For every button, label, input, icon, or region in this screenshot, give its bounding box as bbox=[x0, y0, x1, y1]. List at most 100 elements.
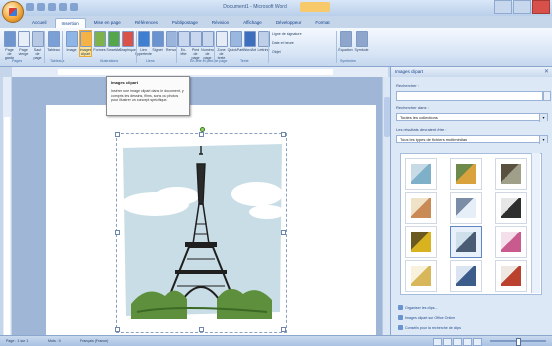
symbol-button[interactable]: Symbole bbox=[355, 31, 369, 52]
ribbon-group-label: Liens bbox=[146, 59, 155, 63]
resize-handle-ne[interactable] bbox=[281, 132, 286, 137]
resize-handle-w[interactable] bbox=[115, 230, 120, 235]
tab-8[interactable]: Format bbox=[309, 18, 335, 28]
equation-button[interactable]: Équation bbox=[338, 31, 353, 52]
table-button[interactable]: Tableau bbox=[47, 31, 60, 52]
clipart-thumbnail-santa-clip[interactable] bbox=[495, 260, 527, 292]
results-scrollbar[interactable] bbox=[531, 153, 540, 293]
shapes-button[interactable]: Formes bbox=[93, 31, 106, 52]
eiffel-tower-clipart[interactable] bbox=[115, 127, 287, 333]
results-type-label: Les résultats devraient être : bbox=[396, 127, 447, 132]
save-icon[interactable] bbox=[26, 3, 34, 11]
symbol-icon bbox=[355, 31, 368, 47]
resize-handle-se[interactable] bbox=[281, 327, 286, 332]
ribbon-side-item[interactable]: Ligne de signature bbox=[272, 32, 302, 36]
page-break-button[interactable]: Saut de page bbox=[31, 31, 44, 60]
undo-icon[interactable] bbox=[37, 3, 45, 11]
picture-button[interactable]: Image bbox=[65, 31, 78, 52]
clipart-tooltip: Images clipart Insérer une image clipart… bbox=[106, 76, 190, 116]
ribbon-tabs: Accueil Insertion Mise en page Références Pu… bbox=[26, 18, 336, 28]
star-clip-icon bbox=[456, 198, 476, 218]
clipart-thumbnail-tractor-clip[interactable] bbox=[405, 226, 437, 258]
tab-6[interactable]: Affichage bbox=[237, 18, 268, 28]
smartart-button[interactable]: SmartArt bbox=[106, 31, 121, 52]
zoom-slider[interactable] bbox=[490, 338, 546, 346]
tab-3[interactable]: Références bbox=[129, 18, 164, 28]
pane-close-icon[interactable]: ✕ bbox=[544, 69, 549, 75]
customize-qat-icon[interactable] bbox=[70, 3, 78, 11]
bookmark-button[interactable]: Signet bbox=[151, 31, 164, 52]
resize-handle-s[interactable] bbox=[199, 327, 204, 332]
organize-clips-icon bbox=[398, 305, 403, 310]
header-button[interactable]: En-tête bbox=[177, 31, 190, 56]
clipart-thumbnail-cow-clip[interactable] bbox=[495, 158, 527, 190]
page-number-button[interactable]: Numéro de page bbox=[201, 31, 214, 60]
results-type-select[interactable]: Tous les types de fichiers multimédias ▾ bbox=[396, 135, 548, 144]
quick-access-toolbar bbox=[26, 3, 78, 11]
ribbon-button-label: Tableau bbox=[47, 48, 60, 52]
couple-clip-icon bbox=[456, 164, 476, 184]
blank-page-button[interactable]: Page vierge bbox=[17, 31, 30, 56]
ribbon-button-label: Lien hypertexte bbox=[135, 48, 152, 56]
tab-4[interactable]: Publipostage bbox=[166, 18, 204, 28]
clipart-button[interactable]: Images clipart bbox=[79, 30, 92, 57]
tower-clip-icon bbox=[456, 232, 476, 252]
clipart-thumbnail-border-clip[interactable] bbox=[495, 226, 527, 258]
pane-link[interactable]: Organiser les clips... bbox=[398, 305, 438, 310]
cow-clip-icon bbox=[501, 164, 521, 184]
wordart-button[interactable]: WordArt bbox=[242, 31, 257, 52]
picture-icon bbox=[65, 31, 78, 47]
redo-icon[interactable] bbox=[48, 3, 56, 11]
vertical-ruler[interactable] bbox=[3, 77, 11, 335]
footer-icon bbox=[189, 31, 202, 47]
wordart-icon bbox=[243, 31, 256, 47]
resize-handle-n[interactable] bbox=[199, 132, 204, 137]
ribbon-separator bbox=[62, 31, 63, 63]
ribbon-button-label: QuickPart bbox=[227, 48, 244, 52]
cover-page-button[interactable]: Page de garde bbox=[3, 31, 16, 60]
resize-handle-sw[interactable] bbox=[115, 327, 120, 332]
border-clip-icon bbox=[501, 232, 521, 252]
pane-link-label: Images clipart sur Office Online bbox=[405, 315, 456, 320]
tab-2[interactable]: Mise en page bbox=[88, 18, 127, 28]
helmet-clip-icon bbox=[456, 266, 476, 286]
tab-0[interactable]: Accueil bbox=[26, 18, 53, 28]
tab-1[interactable]: Insertion bbox=[54, 18, 86, 28]
tab-7[interactable]: Développeur bbox=[270, 18, 308, 28]
chart-button[interactable]: Graphique bbox=[119, 31, 136, 52]
pane-link[interactable]: Images clipart sur Office Online bbox=[398, 315, 455, 320]
print-icon[interactable] bbox=[59, 3, 67, 11]
hyperlink-button[interactable]: Lien hypertexte bbox=[135, 31, 152, 56]
clipart-thumbnail-couple-clip[interactable] bbox=[450, 158, 482, 190]
ribbon-side-item[interactable]: Date et heure bbox=[272, 41, 294, 45]
ribbon-button-label: WordArt bbox=[242, 48, 257, 52]
resize-handle-e[interactable] bbox=[281, 230, 286, 235]
ribbon-side-item[interactable]: Objet bbox=[272, 50, 281, 54]
maximize-button[interactable] bbox=[513, 0, 531, 14]
clipart-thumbnail-stripe-clip[interactable] bbox=[405, 260, 437, 292]
clipart-thumbnail-bull-clip[interactable] bbox=[495, 192, 527, 224]
ribbon-button-label: Images clipart bbox=[79, 48, 92, 56]
text-box-button[interactable]: Zone de texte bbox=[215, 31, 228, 60]
footer-button[interactable]: Pied de page bbox=[189, 31, 202, 60]
resize-handle-nw[interactable] bbox=[115, 132, 120, 137]
clipart-thumbnail-doorway-clip[interactable] bbox=[405, 192, 437, 224]
search-input[interactable] bbox=[396, 91, 543, 101]
minimize-button[interactable] bbox=[494, 0, 512, 14]
clipart-thumbnail-star-clip[interactable] bbox=[450, 192, 482, 224]
close-button[interactable] bbox=[532, 0, 550, 14]
clipart-thumbnail-helmet-clip[interactable] bbox=[450, 260, 482, 292]
tooltip-body: Insérer une image clipart dans le docume… bbox=[111, 89, 184, 103]
blank-page-icon bbox=[17, 31, 30, 47]
office-button[interactable] bbox=[2, 1, 24, 23]
clipart-thumbnail-lines-clip[interactable] bbox=[405, 158, 437, 190]
clipart-thumbnail-tower-clip[interactable] bbox=[450, 226, 482, 258]
search-in-select[interactable]: Toutes les collections ▾ bbox=[396, 113, 548, 122]
ribbon-button-label: Signet bbox=[152, 48, 163, 52]
search-go-button[interactable] bbox=[543, 91, 551, 101]
quickparts-button[interactable]: QuickPart bbox=[227, 31, 244, 52]
ribbon-button-label: Formes bbox=[93, 48, 106, 52]
tab-5[interactable]: Révision bbox=[206, 18, 235, 28]
pane-link[interactable]: Conseils pour la recherche de clips bbox=[398, 325, 461, 330]
smartart-icon bbox=[107, 31, 120, 47]
